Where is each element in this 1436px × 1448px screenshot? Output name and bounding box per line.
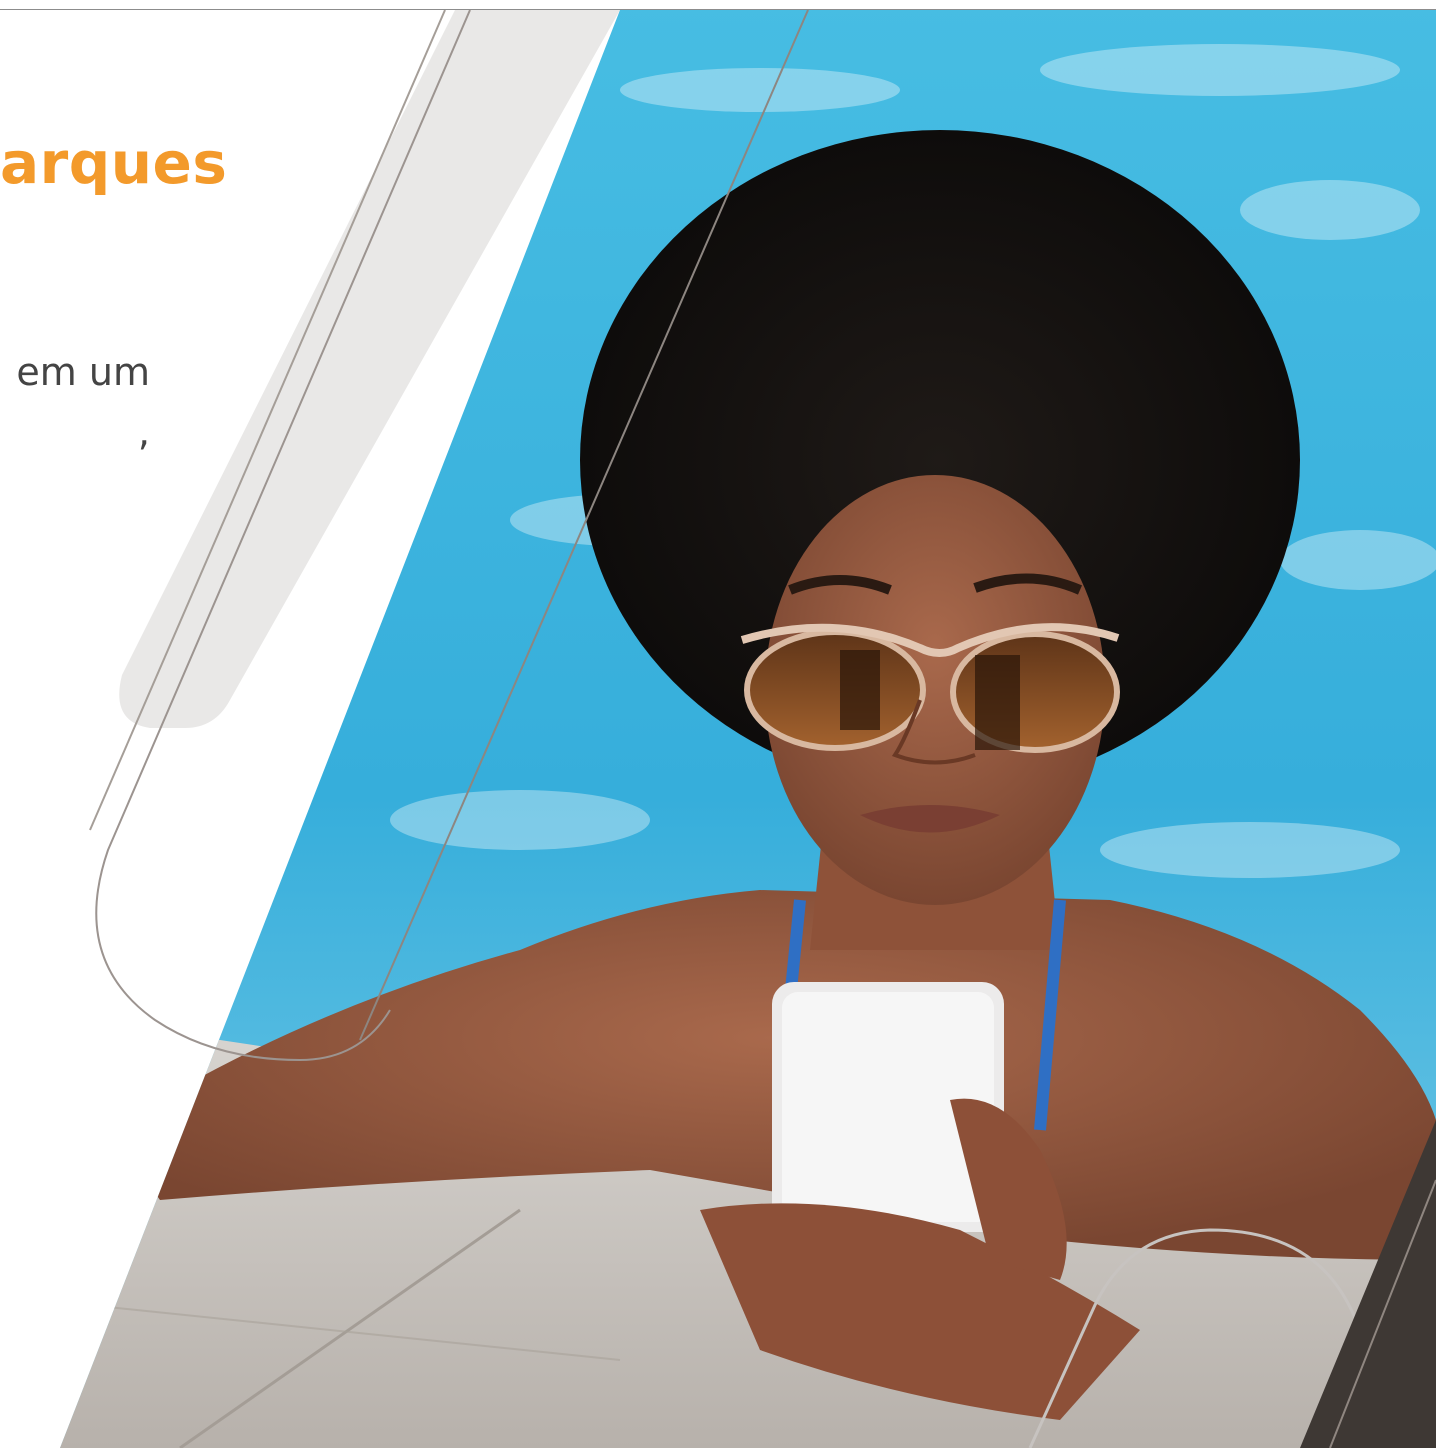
body-paragraph: em um ,: [0, 342, 150, 462]
body-line-1: em um: [16, 350, 150, 394]
body-line-2: ,: [137, 410, 150, 454]
top-divider: [0, 0, 1436, 10]
decorative-graphics: [60, 9, 1436, 1448]
promo-page: arques em um ,: [0, 0, 1436, 1448]
headline: arques: [0, 129, 228, 197]
